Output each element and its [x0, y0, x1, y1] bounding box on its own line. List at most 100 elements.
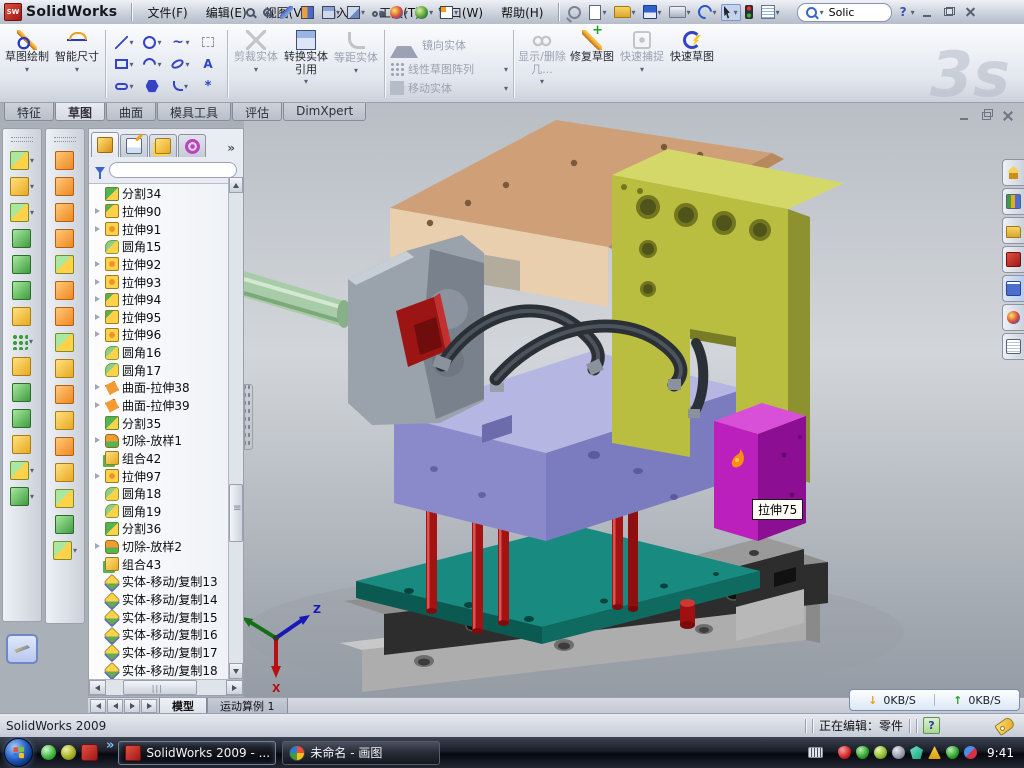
tree-item[interactable]: 圆角16 [89, 344, 243, 362]
sketch-entity-button[interactable]: ▾ [139, 54, 166, 75]
toolbar-button[interactable] [55, 437, 75, 456]
ribbon-button[interactable]: 快速捕捉 ▾ [617, 26, 667, 102]
tray-icon[interactable] [928, 746, 941, 759]
expand-arrow-icon[interactable] [93, 666, 102, 675]
tree-item[interactable]: 拉伸92 [89, 256, 243, 274]
dropdown-caret-icon[interactable]: ▾ [185, 38, 189, 47]
ribbon-button[interactable]: 剪裁实体 ▾ [231, 26, 281, 102]
document-tab[interactable]: 模型 [159, 698, 207, 714]
hud-button[interactable]: ▾ [320, 5, 342, 20]
taskbar-button[interactable]: SolidWorks 2009 - ... [118, 741, 276, 765]
toolbar-button[interactable] [55, 411, 75, 430]
expand-arrow-icon[interactable] [93, 278, 102, 287]
hud-button[interactable]: ▾ [388, 5, 410, 20]
close-button[interactable] [962, 5, 980, 20]
tree-item[interactable]: 拉伸94 [89, 291, 243, 309]
expand-arrow-icon[interactable] [93, 330, 102, 339]
model-magenta-insert[interactable] [714, 403, 806, 541]
tree-horizontal-scrollbar[interactable] [89, 679, 243, 695]
sketch-entity-button[interactable]: ▾ [167, 32, 194, 53]
task-pane-tab[interactable] [1002, 304, 1024, 331]
expand-arrow-icon[interactable] [93, 648, 102, 657]
dropdown-caret-icon[interactable]: ▾ [30, 182, 34, 191]
toolbar-button[interactable] [55, 515, 75, 534]
panel-overflow-chevron[interactable]: » [221, 141, 241, 157]
toolbar-button[interactable] [55, 463, 75, 482]
tree-item[interactable]: 分割34 [89, 185, 243, 203]
scrollbar-thumb[interactable] [229, 484, 243, 542]
dropdown-caret-icon[interactable]: ▾ [404, 8, 408, 17]
ribbon-row-button[interactable]: 线性草图阵列 ▾ [390, 61, 508, 77]
start-button[interactable] [4, 738, 33, 767]
expand-arrow-icon[interactable] [93, 242, 102, 251]
sketch-entity-button[interactable]: ▾ [111, 54, 138, 75]
task-pane-tab[interactable] [1002, 188, 1024, 215]
toolbar-button[interactable]: ▾ [11, 333, 33, 350]
dropdown-caret-icon[interactable]: ▾ [129, 82, 133, 91]
expand-arrow-icon[interactable] [93, 295, 102, 304]
hud-button[interactable]: ▾ [413, 5, 435, 20]
tray-icon[interactable] [964, 746, 977, 759]
expand-arrow-icon[interactable] [93, 524, 102, 533]
dropdown-caret-icon[interactable]: ▾ [454, 8, 458, 17]
tree-item[interactable]: 曲面-拉伸38 [89, 379, 243, 397]
toolbar-button[interactable] [565, 4, 585, 21]
tray-icon[interactable] [910, 746, 923, 759]
dropdown-caret-icon[interactable]: ▾ [30, 208, 34, 217]
taskbar-button[interactable]: 未命名 - 画图 [282, 741, 440, 765]
tab-next-button[interactable] [124, 699, 140, 713]
dropdown-caret-icon[interactable]: ▾ [354, 66, 358, 75]
search-input[interactable] [827, 5, 883, 20]
toolbar-button[interactable] [55, 281, 75, 300]
task-pane-tab[interactable] [1002, 275, 1024, 302]
model-canvas[interactable]: Y Z X [244, 103, 1024, 697]
expand-arrow-icon[interactable] [93, 630, 102, 639]
dropdown-caret-icon[interactable]: ▾ [713, 8, 717, 17]
toolbar-button[interactable]: ▾ [611, 4, 639, 20]
dropdown-caret-icon[interactable]: ▾ [640, 65, 644, 74]
scroll-down-button[interactable] [229, 663, 243, 679]
toolbar-button[interactable] [12, 281, 32, 300]
tree-item[interactable]: 拉伸96 [89, 326, 243, 344]
dropdown-caret-icon[interactable]: ▾ [504, 84, 508, 93]
doc-close-button[interactable] [1000, 109, 1016, 122]
toolbar-button[interactable] [55, 385, 75, 404]
ribbon-tab[interactable]: 草图 [55, 103, 105, 121]
task-pane-tab[interactable] [1002, 217, 1024, 244]
toolbar-button[interactable]: ▾ [695, 3, 720, 21]
tree-item[interactable]: 实体-移动/复制18 [89, 661, 243, 679]
sketch-entity-button[interactable]: ▾ [111, 32, 138, 53]
tree-item[interactable]: 组合43 [89, 555, 243, 573]
expand-arrow-icon[interactable] [93, 313, 102, 322]
toolbar-button[interactable] [55, 489, 75, 508]
expand-arrow-icon[interactable] [93, 613, 102, 622]
dropdown-caret-icon[interactable]: ▾ [129, 38, 133, 47]
expand-arrow-icon[interactable] [93, 560, 102, 569]
dropdown-caret-icon[interactable]: ▾ [540, 77, 544, 86]
dropdown-caret-icon[interactable]: ▾ [25, 65, 29, 74]
expand-arrow-icon[interactable] [93, 207, 102, 216]
ribbon-button[interactable]: 显示/删除几... ▾ [517, 26, 567, 102]
tree-item[interactable]: 实体-移动/复制14 [89, 591, 243, 609]
panel-tab[interactable] [91, 132, 119, 157]
expand-arrow-icon[interactable] [93, 507, 102, 516]
dropdown-caret-icon[interactable]: ▾ [157, 60, 161, 69]
toolbar-button[interactable] [55, 255, 75, 274]
toolbar-button[interactable]: ▾ [758, 3, 783, 21]
panel-splitter-handle[interactable] [244, 384, 253, 450]
tray-icon[interactable] [874, 746, 887, 759]
dropdown-caret-icon[interactable]: ▾ [157, 38, 161, 47]
tree-item[interactable]: 拉伸95 [89, 308, 243, 326]
menu-item[interactable]: 帮助(H) [492, 1, 552, 24]
dropdown-caret-icon[interactable]: ▾ [734, 8, 738, 17]
tray-icon[interactable] [892, 746, 905, 759]
panel-tab[interactable] [178, 134, 206, 157]
quick-launch-icon[interactable] [61, 745, 76, 760]
tree-item[interactable]: 拉伸91 [89, 220, 243, 238]
scrollbar-track[interactable] [229, 193, 243, 663]
dropdown-caret-icon[interactable]: ▾ [129, 60, 133, 69]
search-caret-icon[interactable]: ▾ [820, 8, 824, 17]
expand-arrow-icon[interactable] [93, 366, 102, 375]
dropdown-caret-icon[interactable]: ▾ [30, 492, 34, 501]
toolbar-button[interactable] [55, 333, 75, 352]
